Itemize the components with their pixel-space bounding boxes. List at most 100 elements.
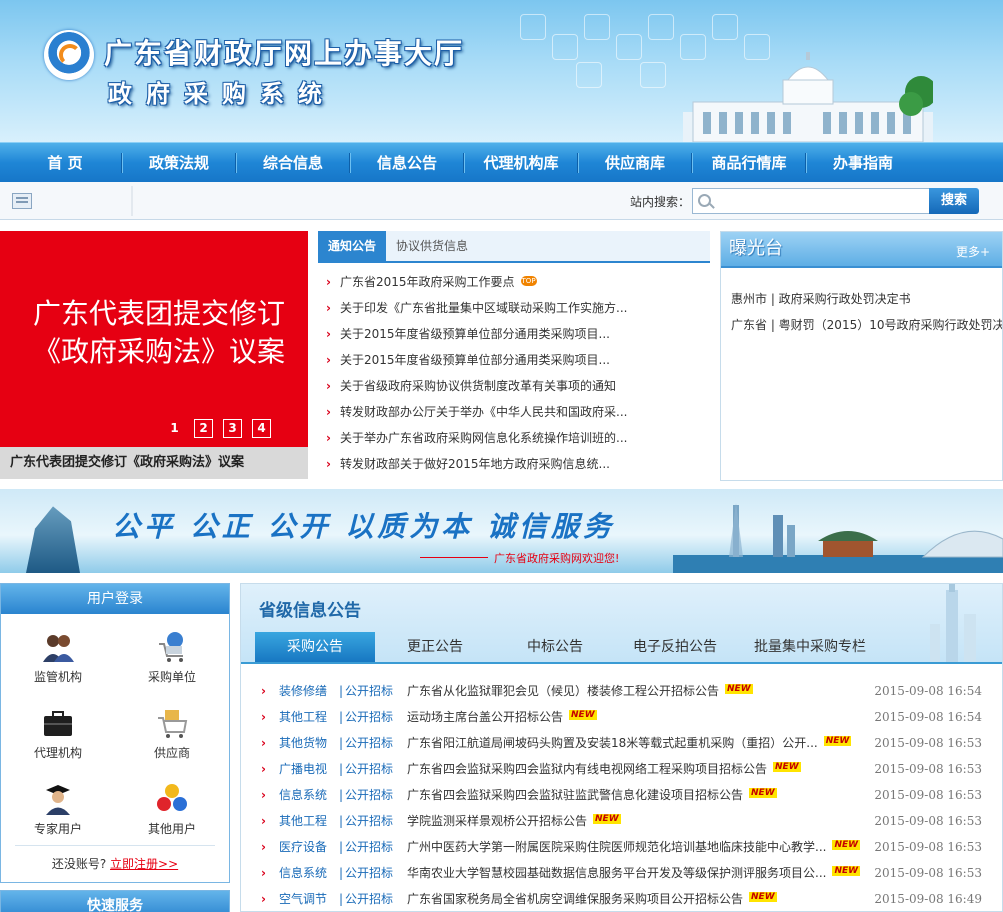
list-item[interactable]: 关于举办广东省政府采购网信息化系统操作培训班的... [318, 425, 710, 451]
announcement-title[interactable]: 广州中医药大学第一附属医院采购住院医师规范化培训基地临床技能中心教学... [407, 840, 826, 854]
tab-award[interactable]: 中标公告 [495, 632, 615, 662]
announcement-title[interactable]: 广东省四会监狱采购四会监狱内有线电视网络工程采购项目招标公告 [407, 762, 767, 776]
list-item[interactable]: 关于印发《广东省批量集中区域联动采购工作实施方... [318, 295, 710, 321]
new-badge: NEW [832, 840, 861, 850]
announcement-title[interactable]: 广东省阳江航道局闸坡码头购置及安装18米等载式起重机采购（重招）公开... [407, 736, 818, 750]
divider [131, 186, 133, 216]
table-row[interactable]: 广播电视|公开招标广东省四会监狱采购四会监狱内有线电视网络工程采购项目招标公告 N… [241, 756, 1002, 782]
nav-market-prices[interactable]: 商品行情库 [692, 143, 806, 183]
slide-page-button[interactable]: 1 [165, 419, 184, 438]
announcement-category[interactable]: 广播电视 [279, 756, 337, 782]
slide-page-button[interactable]: 2 [194, 419, 213, 438]
divider [420, 557, 488, 558]
graduate-icon [46, 785, 70, 815]
announcement-type[interactable]: 公开招标 [345, 782, 407, 808]
announcement-category[interactable]: 装修修缮 [279, 678, 337, 704]
site-title: 广东省财政厅网上办事大厅 [104, 37, 465, 70]
announcement-type[interactable]: 公开招标 [345, 808, 407, 834]
slide-headline-line2: 《政府采购法》议案 [32, 335, 285, 368]
announcement-date: 2015-09-08 16:53 [874, 762, 982, 776]
provincial-tabs: 采购公告 更正公告 中标公告 电子反拍公告 批量集中采购专栏 [255, 632, 885, 662]
notices-list: 广东省2015年政府采购工作要点 TOP 关于印发《广东省批量集中区域联动采购工作… [318, 269, 710, 477]
table-row[interactable]: 装修修缮|公开招标广东省从化监狱罪犯会见（候见）楼装修工程公开招标公告 NEW 20… [241, 678, 1002, 704]
announcement-type[interactable]: 公开招标 [345, 834, 407, 860]
list-item[interactable]: 转发财政部关于做好2015年地方政府采购信息统... [318, 451, 710, 477]
table-row[interactable]: 信息系统|公开招标华南农业大学智慧校园基础数据信息服务平台开发及等级保护测评服务… [241, 860, 1002, 886]
nav-policy[interactable]: 政策法规 [122, 143, 236, 183]
notice-title[interactable]: 广东省2015年政府采购工作要点 [340, 275, 515, 289]
announcement-category[interactable]: 其他货物 [279, 730, 337, 756]
table-row[interactable]: 医疗设备|公开招标广州中医药大学第一附属医院采购住院医师规范化培训基地临床技能中… [241, 834, 1002, 860]
slide-image[interactable]: 广东代表团提交修订 《政府采购法》议案 1 2 3 4 [0, 231, 308, 447]
list-item[interactable]: 广东省2015年政府采购工作要点 TOP [318, 269, 710, 295]
tab-correction[interactable]: 更正公告 [375, 632, 495, 662]
search-button[interactable]: 搜索 [929, 188, 979, 214]
slide-page-button[interactable]: 3 [223, 419, 242, 438]
list-item[interactable]: 惠州市 | 政府采购行政处罚决定书 [721, 286, 1002, 312]
slide-caption[interactable]: 广东代表团提交修订《政府采购法》议案 [0, 447, 308, 479]
tab-procurement[interactable]: 采购公告 [255, 632, 375, 662]
tab-agreement-supply[interactable]: 协议供货信息 [386, 231, 478, 261]
announcement-type[interactable]: 公开招标 [345, 704, 407, 730]
table-row[interactable]: 空气调节|公开招标广东省国家税务局全省机房空调维保服务采购项目公开招标公告 NEW… [241, 886, 1002, 911]
announcement-title[interactable]: 学院监测采样景观桥公开招标公告 [407, 814, 587, 828]
site-subtitle: 政府采购系统 [108, 80, 336, 108]
register-link[interactable]: 立即注册>> [110, 857, 178, 871]
quick-service-header: 快速服务 [0, 890, 230, 912]
announcement-title[interactable]: 运动场主席台盖公开招标公告 [407, 710, 563, 724]
site-logo[interactable] [44, 30, 94, 80]
nav-home[interactable]: 首 页 [8, 143, 122, 183]
announcement-type[interactable]: 公开招标 [345, 756, 407, 782]
table-row[interactable]: 其他工程|公开招标运动场主席台盖公开招标公告 NEW 2015-09-08 16:5… [241, 704, 1002, 730]
nav-suppliers[interactable]: 供应商库 [578, 143, 692, 183]
list-item[interactable]: 关于2015年度省级预算单位部分通用类采购项目... [318, 321, 710, 347]
announcement-title[interactable]: 广东省从化监狱罪犯会见（候见）楼装修工程公开招标公告 [407, 684, 719, 698]
role-label: 监管机构 [33, 670, 82, 684]
announcement-category[interactable]: 信息系统 [279, 860, 337, 886]
role-supplier[interactable]: 供应商 [115, 698, 229, 774]
table-row[interactable]: 其他货物|公开招标广东省阳江航道局闸坡码头购置及安装18米等载式起重机采购（重招… [241, 730, 1002, 756]
role-regulator[interactable]: 监管机构 [1, 622, 115, 698]
nav-agencies[interactable]: 代理机构库 [464, 143, 578, 183]
announcement-category[interactable]: 医疗设备 [279, 834, 337, 860]
news-icon[interactable] [12, 193, 32, 209]
announcement-date: 2015-09-08 16:53 [874, 866, 982, 880]
table-row[interactable]: 其他工程|公开招标学院监测采样景观桥公开招标公告 NEW 2015-09-08 16… [241, 808, 1002, 834]
announcement-title[interactable]: 广东省国家税务局全省机房空调维保服务采购项目公开招标公告 [407, 892, 743, 906]
announcement-category[interactable]: 其他工程 [279, 808, 337, 834]
announcement-type[interactable]: 公开招标 [345, 678, 407, 704]
announcement-category[interactable]: 信息系统 [279, 782, 337, 808]
announcement-category[interactable]: 其他工程 [279, 704, 337, 730]
nav-general-info[interactable]: 综合信息 [236, 143, 350, 183]
table-row[interactable]: 信息系统|公开招标广东省四会监狱采购四会监狱驻监武警信息化建设项目招标公告 NEW… [241, 782, 1002, 808]
list-item[interactable]: 关于2015年度省级预算单位部分通用类采购项目... [318, 347, 710, 373]
tab-bulk-procurement[interactable]: 批量集中采购专栏 [735, 632, 885, 662]
role-other[interactable]: 其他用户 [115, 774, 229, 850]
list-item[interactable]: 转发财政部办公厅关于举办《中华人民共和国政府采... [318, 399, 710, 425]
more-link[interactable]: 更多+ [956, 243, 990, 260]
role-agency[interactable]: 代理机构 [1, 698, 115, 774]
announcement-title[interactable]: 广东省四会监狱采购四会监狱驻监武警信息化建设项目招标公告 [407, 788, 743, 802]
role-label: 其他用户 [147, 822, 196, 836]
announcement-type[interactable]: 公开招标 [345, 730, 407, 756]
list-item[interactable]: 关于省级政府采购协议供货制度改革有关事项的通知 [318, 373, 710, 399]
new-badge: NEW [773, 762, 801, 772]
role-expert[interactable]: 专家用户 [1, 774, 115, 850]
announcement-date: 2015-09-08 16:49 [874, 892, 982, 906]
search-input[interactable] [692, 188, 930, 214]
announcement-type[interactable]: 公开招标 [345, 860, 407, 886]
nav-guide[interactable]: 办事指南 [806, 143, 920, 183]
tab-reverse-auction[interactable]: 电子反拍公告 [615, 632, 735, 662]
slide-page-button[interactable]: 4 [252, 419, 271, 438]
announcement-title[interactable]: 华南农业大学智慧校园基础数据信息服务平台开发及等级保护测评服务项目公... [407, 866, 826, 880]
role-purchaser[interactable]: 采购单位 [115, 622, 229, 698]
announcement-type[interactable]: 公开招标 [345, 886, 407, 911]
announcement-category[interactable]: 空气调节 [279, 886, 337, 911]
announcement-date: 2015-09-08 16:53 [874, 788, 982, 802]
tab-notices[interactable]: 通知公告 [318, 231, 387, 261]
nav-announcements[interactable]: 信息公告 [350, 143, 464, 183]
new-badge: NEW [832, 866, 861, 876]
slide-headline: 广东代表团提交修订 《政府采购法》议案 [14, 295, 304, 371]
list-item[interactable]: 广东省 | 粤财罚（2015）10号政府采购行政处罚决 [721, 312, 1002, 338]
slide-pager: 1 2 3 4 [165, 419, 271, 438]
